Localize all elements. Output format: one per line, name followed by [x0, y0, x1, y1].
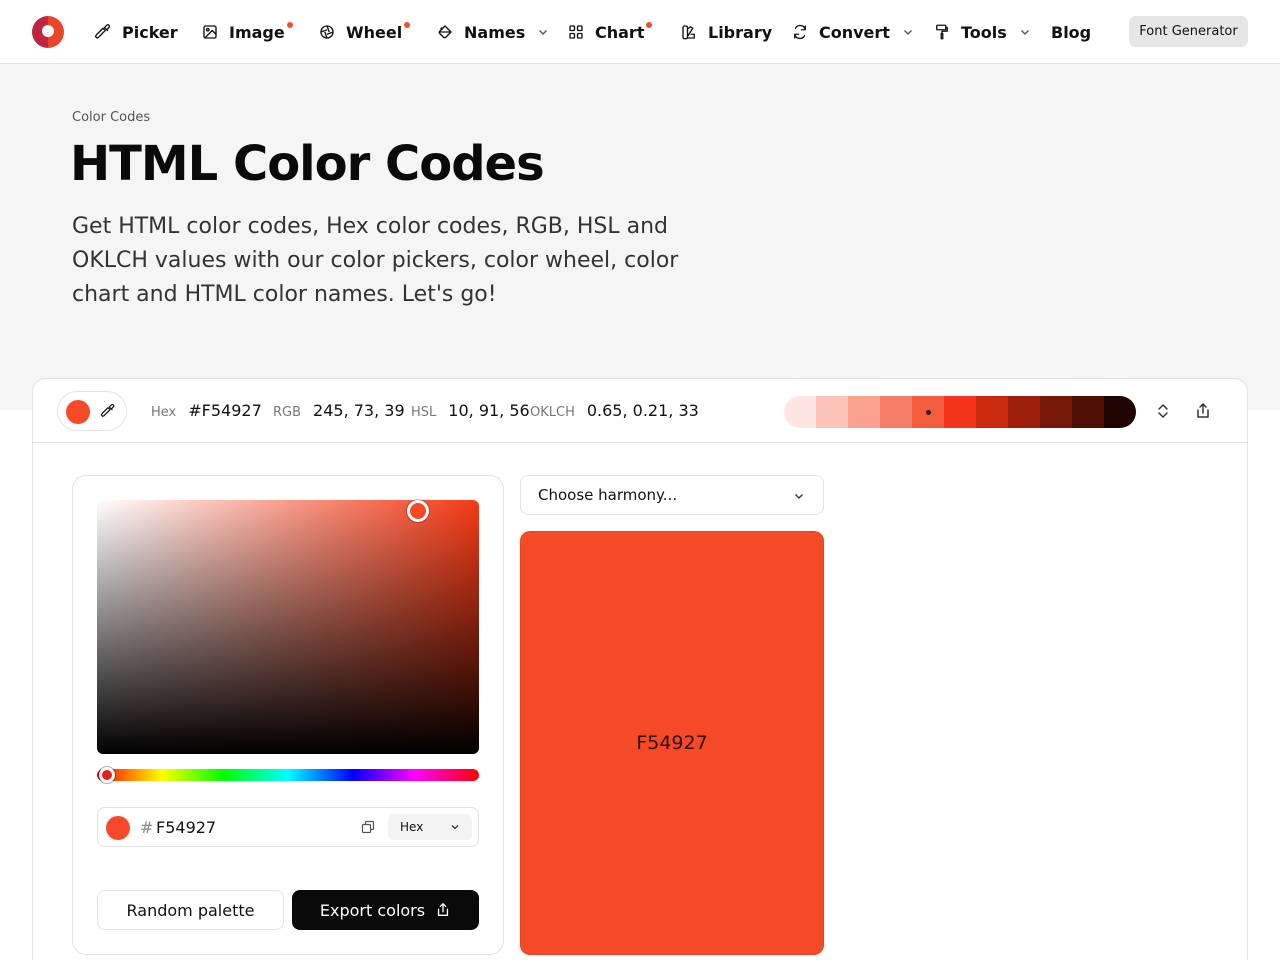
- nav-item-names[interactable]: Names: [436, 20, 549, 44]
- nav-item-wheel[interactable]: Wheel: [318, 20, 411, 44]
- font-generator-button[interactable]: Font Generator: [1129, 16, 1248, 47]
- grid-icon: [569, 25, 583, 39]
- hue-slider-handle[interactable]: [99, 767, 115, 783]
- chevron-down-icon: [795, 494, 803, 499]
- top-navigation: Picker Image Wheel Names Chart Library C…: [0, 0, 1280, 64]
- nav-item-picker[interactable]: Picker: [94, 20, 178, 44]
- format-select-value: Hex: [400, 820, 424, 834]
- aperture-icon: [320, 25, 334, 39]
- share-icon: [437, 903, 449, 916]
- hex-value[interactable]: #F54927: [188, 401, 262, 420]
- color-picker-card: # F54927 Hex Random palette Export color…: [72, 475, 504, 955]
- current-shade-marker: [926, 410, 931, 415]
- nav-label: Chart: [595, 21, 653, 42]
- current-color-pill[interactable]: [57, 391, 127, 431]
- hsl-value-group[interactable]: HSL 10, 91, 56: [411, 401, 530, 420]
- hex-label: Hex: [151, 405, 177, 420]
- eyedropper-icon: [94, 24, 111, 39]
- shade-swatch[interactable]: [1104, 396, 1136, 428]
- color-code-input[interactable]: F54927: [156, 818, 216, 837]
- hex-value-group[interactable]: Hex #F54927: [151, 401, 262, 420]
- shade-swatch[interactable]: [816, 396, 848, 428]
- nav-item-blog[interactable]: Blog: [1051, 20, 1091, 44]
- shade-swatch[interactable]: [880, 396, 912, 428]
- nav-label: Library: [708, 22, 773, 42]
- saturation-brightness-area[interactable]: [97, 500, 479, 754]
- color-code-field[interactable]: # F54927 Hex: [97, 807, 479, 847]
- input-color-swatch: [106, 816, 130, 840]
- color-tool-panel: Hex #F54927 RGB 245, 73, 39 HSL 10, 91, …: [32, 378, 1248, 960]
- new-badge-dot: [646, 21, 653, 28]
- image-icon: [203, 25, 217, 39]
- shade-swatch[interactable]: [1040, 396, 1072, 428]
- nav-label: Names: [464, 22, 526, 42]
- color-values-toolbar: Hex #F54927 RGB 245, 73, 39 HSL 10, 91, …: [33, 379, 1247, 443]
- chevron-down-icon: [903, 30, 912, 35]
- copy-icon[interactable]: [361, 820, 375, 834]
- new-badge-dot: [404, 21, 411, 28]
- rgb-value[interactable]: 245, 73, 39: [313, 401, 405, 420]
- hsl-value[interactable]: 10, 91, 56: [448, 401, 529, 420]
- paint-roller-icon: [936, 24, 948, 40]
- paint-bucket-icon: [438, 25, 452, 39]
- nav-item-library[interactable]: Library: [680, 20, 772, 44]
- shade-strip: [784, 396, 1136, 428]
- eyedropper-icon[interactable]: [100, 403, 116, 419]
- page-intro: Get HTML color codes, Hex color codes, R…: [72, 214, 679, 307]
- page-title: HTML Color Codes: [70, 136, 545, 192]
- nav-label: Tools: [961, 22, 1007, 42]
- harmony-color-swatch[interactable]: F54927: [520, 531, 824, 955]
- random-palette-button[interactable]: Random palette: [97, 890, 284, 930]
- nav-label: Convert: [819, 22, 890, 42]
- chevron-down-icon: [451, 825, 459, 830]
- nav-item-convert[interactable]: Convert: [791, 20, 914, 44]
- export-colors-button[interactable]: Export colors: [292, 890, 479, 930]
- breadcrumb[interactable]: Color Codes: [72, 110, 150, 125]
- swatchbook-icon: [682, 25, 695, 40]
- shade-swatch[interactable]: [912, 396, 944, 428]
- harmony-select[interactable]: Choose harmony...: [520, 475, 824, 515]
- chevron-down-icon: [539, 30, 548, 35]
- nav-label: Wheel: [346, 21, 411, 42]
- saturation-handle[interactable]: [407, 500, 429, 522]
- nav-label: Picker: [122, 22, 178, 42]
- expand-collapse-icon[interactable]: [1154, 402, 1172, 420]
- format-select[interactable]: Hex: [388, 814, 472, 840]
- shade-swatch[interactable]: [976, 396, 1008, 428]
- nav-label: Blog: [1051, 22, 1092, 42]
- oklch-label: OKLCH: [530, 405, 575, 420]
- chevron-down-icon: [1020, 30, 1029, 35]
- export-colors-label: Export colors: [319, 900, 426, 920]
- shade-swatch[interactable]: [1072, 396, 1104, 428]
- current-color-swatch[interactable]: [66, 400, 90, 424]
- nav-item-tools[interactable]: Tools: [933, 20, 1031, 44]
- hash-prefix: #: [140, 818, 154, 837]
- hsl-label: HSL: [411, 405, 437, 420]
- rgb-label: RGB: [273, 405, 302, 420]
- hue-slider[interactable]: [97, 769, 479, 781]
- harmony-swatch-label: F54927: [636, 732, 708, 754]
- rgb-value-group[interactable]: RGB 245, 73, 39: [273, 401, 405, 420]
- harmony-select-placeholder: Choose harmony...: [538, 486, 678, 504]
- nav-item-chart[interactable]: Chart: [567, 20, 653, 44]
- nav-label: Image: [229, 21, 293, 42]
- refresh-icon: [794, 24, 806, 40]
- new-badge-dot: [286, 21, 293, 28]
- share-icon[interactable]: [1194, 402, 1212, 420]
- oklch-value[interactable]: 0.65, 0.21, 33: [587, 401, 699, 420]
- shade-swatch[interactable]: [944, 396, 976, 428]
- site-logo[interactable]: [32, 16, 64, 48]
- nav-item-image[interactable]: Image: [201, 20, 293, 44]
- shade-swatch[interactable]: [848, 396, 880, 428]
- oklch-value-group[interactable]: OKLCH 0.65, 0.21, 33: [530, 401, 699, 420]
- shade-swatch[interactable]: [1008, 396, 1040, 428]
- shade-swatch[interactable]: [784, 396, 816, 428]
